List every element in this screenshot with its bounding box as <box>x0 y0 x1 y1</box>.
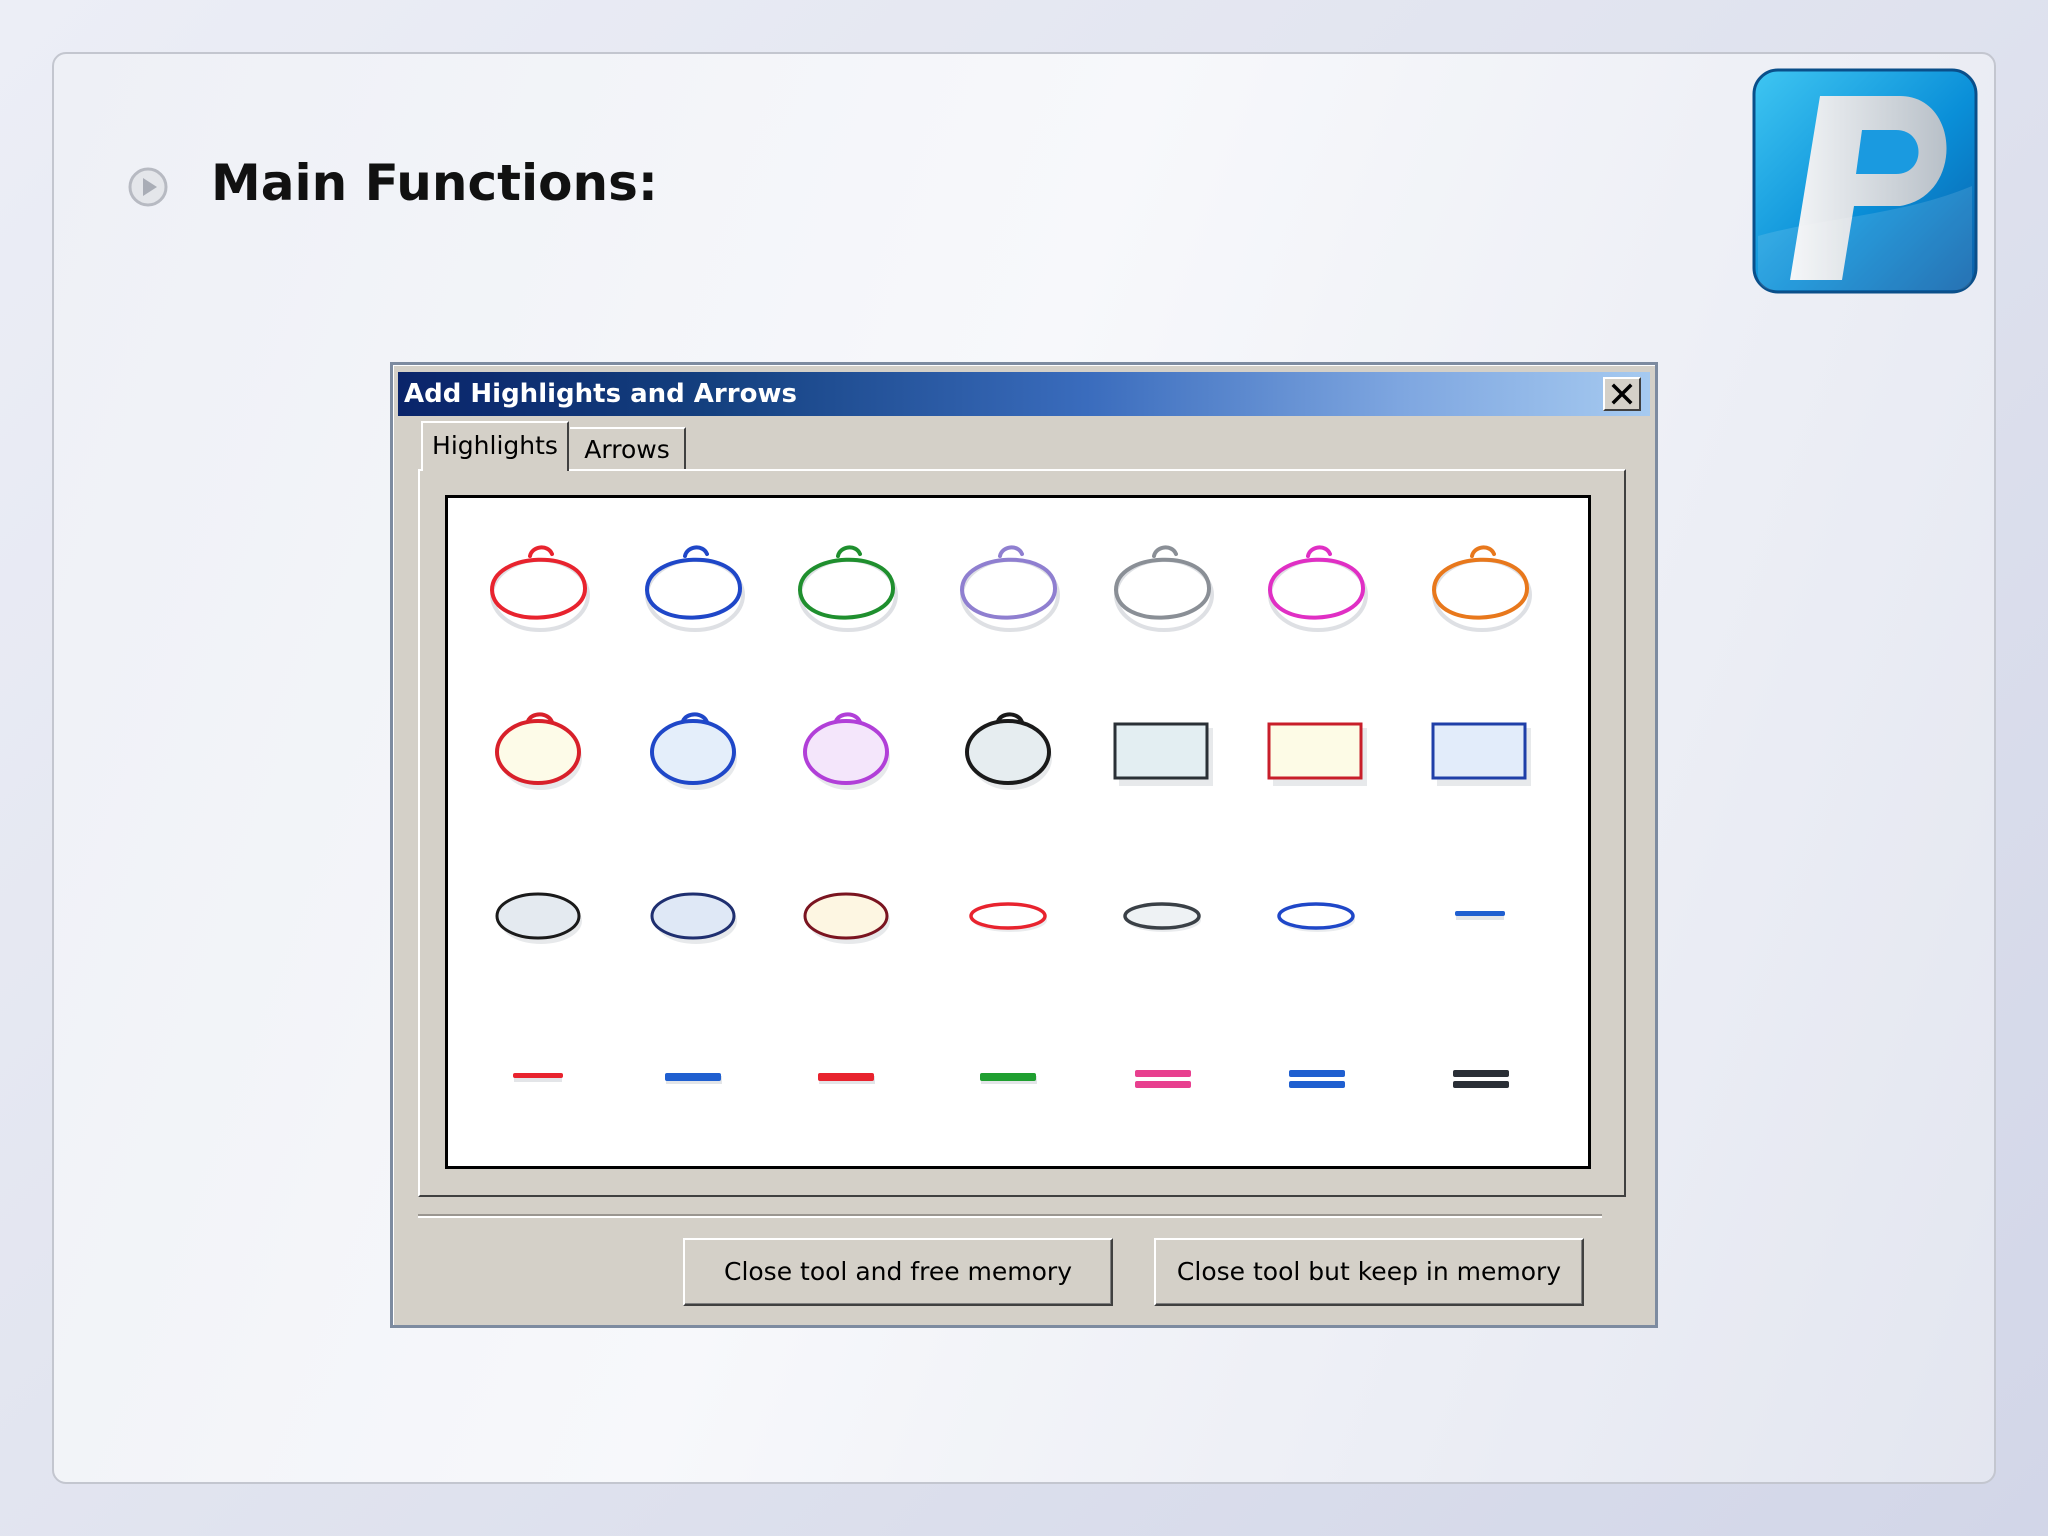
highlight-swatch[interactable] <box>1135 1070 1191 1088</box>
highlight-swatch[interactable] <box>490 545 590 632</box>
highlight-swatch[interactable] <box>1123 902 1201 932</box>
palette-grid <box>490 545 1532 1088</box>
highlight-swatch[interactable] <box>798 545 898 632</box>
p-logo-icon <box>1752 68 1978 294</box>
highlight-swatch[interactable] <box>650 712 737 790</box>
highlight-swatch[interactable] <box>1113 722 1213 786</box>
dialog-title: Add Highlights and Arrows <box>404 379 797 409</box>
highlight-swatch[interactable] <box>1453 1070 1509 1088</box>
highlight-swatch[interactable] <box>1267 722 1367 786</box>
highlight-swatch[interactable] <box>803 712 890 790</box>
highlight-swatch[interactable] <box>513 1073 563 1082</box>
play-circle-icon <box>128 167 168 207</box>
close-button[interactable] <box>1603 377 1641 411</box>
tab-arrows[interactable]: Arrows <box>570 427 686 469</box>
highlight-swatch[interactable] <box>495 712 582 790</box>
tab-panel-highlights <box>418 469 1626 1197</box>
highlight-swatch[interactable] <box>1289 1070 1345 1088</box>
highlight-swatch[interactable] <box>1114 545 1214 632</box>
close-free-memory-button[interactable]: Close tool and free memory <box>683 1238 1113 1306</box>
highlight-swatch[interactable] <box>1277 902 1355 932</box>
highlight-swatch[interactable] <box>1268 545 1368 632</box>
highlight-swatch[interactable] <box>1431 722 1531 786</box>
separator <box>418 1214 1602 1218</box>
highlight-swatch[interactable] <box>645 545 745 632</box>
highlight-swatch[interactable] <box>969 902 1047 932</box>
highlight-swatch[interactable] <box>1432 545 1532 632</box>
highlight-swatch[interactable] <box>960 545 1060 632</box>
highlight-swatch[interactable] <box>1455 911 1505 920</box>
highlight-swatch[interactable] <box>980 1073 1037 1084</box>
highlight-swatch[interactable] <box>650 892 737 944</box>
page-title: Main Functions: <box>211 154 658 212</box>
close-icon <box>1611 383 1633 405</box>
dialog-titlebar[interactable]: Add Highlights and Arrows <box>398 372 1650 416</box>
highlight-swatch[interactable] <box>818 1073 875 1084</box>
highlight-swatch[interactable] <box>803 892 890 944</box>
highlight-palette <box>445 495 1591 1169</box>
highlights-dialog: Add Highlights and Arrows Highlights Arr… <box>390 362 1658 1328</box>
highlight-swatch[interactable] <box>965 712 1052 790</box>
highlight-swatch[interactable] <box>495 892 582 944</box>
tab-highlights[interactable]: Highlights <box>421 421 569 471</box>
close-keep-memory-button[interactable]: Close tool but keep in memory <box>1154 1238 1584 1306</box>
highlight-swatch[interactable] <box>665 1073 722 1084</box>
